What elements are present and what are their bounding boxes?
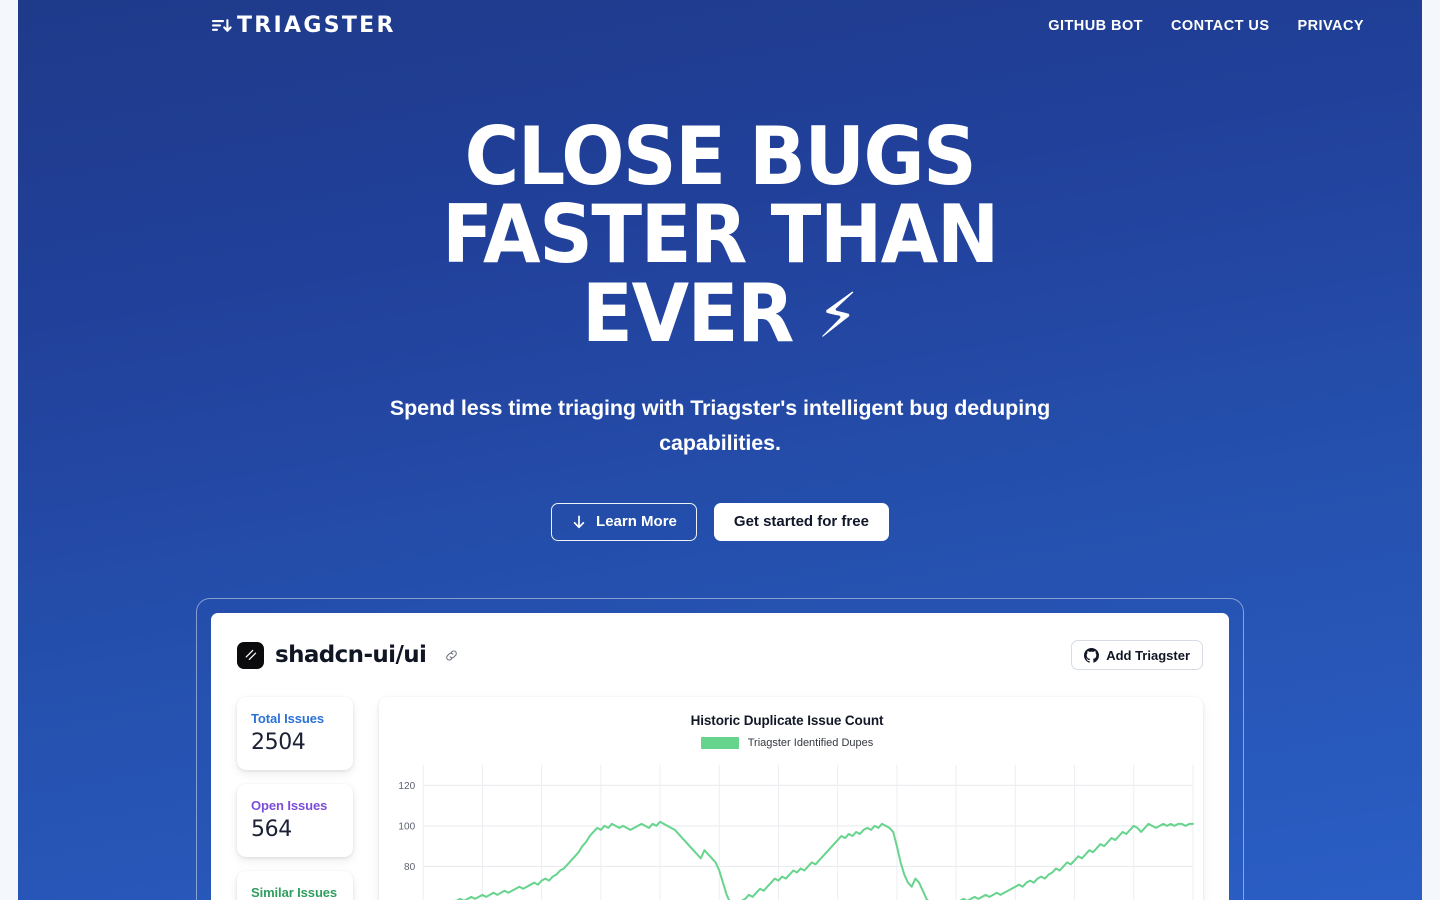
repo-identity: shadcn-ui/ui (237, 641, 459, 669)
add-triagster-button[interactable]: Add Triagster (1071, 640, 1203, 670)
headline-line-1: CLOSE BUGS (464, 110, 977, 203)
nav-links: GITHUB BOT CONTACT US PRIVACY (1048, 18, 1364, 34)
repo-header: shadcn-ui/ui Add Triagster (237, 637, 1203, 673)
nav-link-privacy[interactable]: PRIVACY (1297, 18, 1364, 34)
stat-card-open-issues[interactable]: Open Issues 564 (237, 784, 353, 857)
navbar: TRIAGSTER GITHUB BOT CONTACT US PRIVACY (18, 0, 1422, 52)
hero-subtitle: Spend less time triaging with Triagster'… (389, 396, 1051, 455)
link-icon[interactable] (444, 648, 459, 663)
chart-legend: Triagster Identified Dupes (385, 737, 1189, 749)
cta-row: Learn More Get started for free (18, 502, 1422, 541)
page-root: TRIAGSTER GITHUB BOT CONTACT US PRIVACY … (0, 0, 1440, 900)
dashboard-preview-frame: shadcn-ui/ui Add Triagster Total Issues … (196, 598, 1244, 900)
nav-link-github-bot[interactable]: GITHUB BOT (1048, 18, 1143, 34)
stat-card-similar-issues[interactable]: Similar Issues (237, 871, 353, 900)
chart-panel: Historic Duplicate Issue Count Triagster… (379, 697, 1203, 900)
hero-copy: CLOSE BUGS FASTER THAN EVER ⚡ Spend less… (18, 110, 1422, 541)
stat-value-open-issues: 564 (251, 817, 292, 842)
stat-label-total-issues: Total Issues (251, 711, 324, 726)
get-started-label: Get started for free (733, 513, 869, 531)
learn-more-button[interactable]: Learn More (551, 502, 697, 541)
stat-label-similar-issues: Similar Issues (251, 885, 338, 900)
hero-section: TRIAGSTER GITHUB BOT CONTACT US PRIVACY … (18, 0, 1422, 900)
github-icon (1084, 647, 1100, 663)
dashboard-card: shadcn-ui/ui Add Triagster Total Issues … (211, 613, 1229, 900)
legend-swatch-dupes (700, 737, 739, 749)
stat-card-total-issues[interactable]: Total Issues 2504 (237, 697, 353, 770)
legend-label-dupes: Triagster Identified Dupes (747, 737, 874, 749)
brand-logo[interactable]: TRIAGSTER (210, 14, 396, 39)
svg-text:120: 120 (398, 781, 415, 792)
lightning-bolt-icon: ⚡ (817, 278, 858, 352)
get-started-button[interactable]: Get started for free (713, 502, 889, 541)
add-triagster-label: Add Triagster (1106, 647, 1190, 663)
nav-link-contact-us[interactable]: CONTACT US (1171, 18, 1269, 34)
brand-name: TRIAGSTER (237, 13, 396, 38)
headline-line-2: FASTER THAN (442, 188, 999, 282)
chart-plot-area: 80 100 120 (379, 759, 1203, 900)
chart-title: Historic Duplicate Issue Count (690, 713, 884, 728)
arrow-down-icon (573, 515, 585, 528)
stat-label-open-issues: Open Issues (251, 798, 328, 813)
sort-descending-icon (212, 18, 232, 32)
repo-name: shadcn-ui/ui (275, 642, 427, 668)
stats-column: Total Issues 2504 Open Issues 564 Simila… (237, 697, 353, 900)
shadcn-logo-icon (237, 641, 264, 669)
headline-line-3-wrap: EVER ⚡ (235, 273, 1206, 353)
svg-text:80: 80 (404, 862, 416, 873)
duplicate-issue-count-line-chart: 80 100 120 (398, 759, 1203, 900)
svg-text:100: 100 (398, 821, 415, 832)
headline-line-3: EVER (582, 266, 794, 360)
stat-value-total-issues: 2504 (251, 730, 306, 755)
page-title: CLOSE BUGS FASTER THAN EVER ⚡ (67, 110, 1373, 353)
learn-more-label: Learn More (596, 513, 677, 531)
dashboard-body: Total Issues 2504 Open Issues 564 Simila… (237, 697, 1203, 900)
